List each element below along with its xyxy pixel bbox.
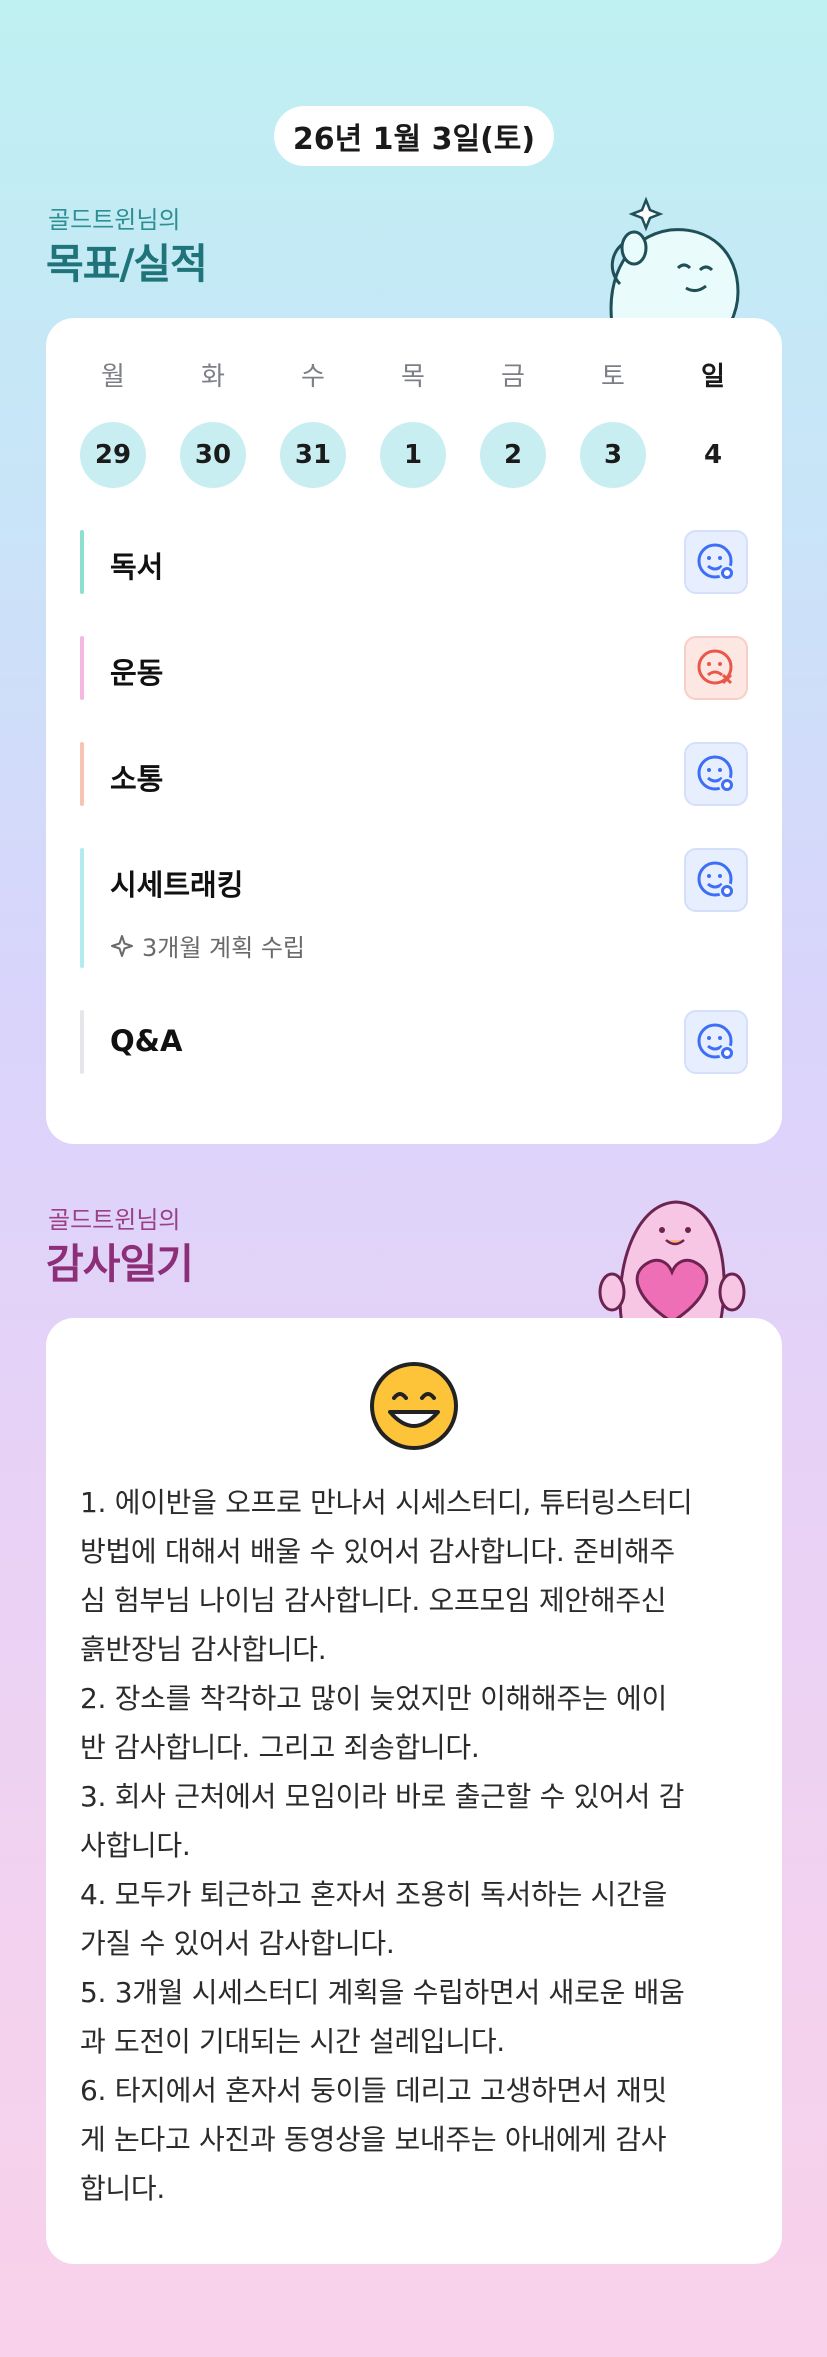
day-number: 4 <box>703 440 723 470</box>
goal-label: 소통 <box>110 762 164 796</box>
goal-label: 독서 <box>110 550 164 584</box>
smile-check-icon[interactable] <box>684 848 748 912</box>
diary-line: 3. 회사 근처에서 모임이라 바로 출근할 수 있어서 감 <box>80 1780 685 1813</box>
smile-check-icon[interactable] <box>684 530 748 594</box>
day-name: 화 <box>201 362 225 392</box>
diary-line: 합니다. <box>80 2172 165 2205</box>
diary-line: 1. 에이반을 오프로 만나서 시세스터디, 튜터링스터디 <box>80 1486 693 1519</box>
diary-line: 반 감사합니다. 그리고 죄송합니다. <box>80 1731 480 1764</box>
goal-sub-item: 3개월 계획 수립 <box>110 928 305 963</box>
day-name: 일 <box>701 362 725 392</box>
diary-line: 사합니다. <box>80 1829 191 1862</box>
diary-line: 방법에 대해서 배울 수 있어서 감사합니다. 준비해주 <box>80 1535 675 1568</box>
date-pill[interactable]: 26년 1월 3일(토) <box>274 106 554 166</box>
day-number: 1 <box>380 422 446 488</box>
goal-row-qna[interactable]: Q&A <box>80 1010 748 1074</box>
goal-color-bar <box>80 742 84 806</box>
grinning-face-icon <box>370 1362 458 1450</box>
day-name: 토 <box>601 362 625 392</box>
goal-label: Q&A <box>110 1024 183 1058</box>
day-number: 30 <box>180 422 246 488</box>
diary-line: 가질 수 있어서 감사합니다. <box>80 1927 395 1960</box>
date-text: 26년 1월 3일(토) <box>292 122 536 157</box>
goal-color-bar <box>80 1010 84 1074</box>
week-calendar: 월 29 화 30 수 31 목 1 금 2 토 3 일 4 <box>46 318 782 498</box>
diary-card: 1. 에이반을 오프로 만나서 시세스터디, 튜터링스터디 방법에 대해서 배울… <box>46 1318 782 2264</box>
diary-line: 2. 장소를 착각하고 많이 늦었지만 이해해주는 에이 <box>80 1682 667 1715</box>
day-name: 월 <box>101 362 125 392</box>
day-number: 3 <box>580 422 646 488</box>
diary-section-title: 감사일기 <box>46 1240 194 1288</box>
diary-line: 4. 모두가 퇴근하고 혼자서 조용히 독서하는 시간을 <box>80 1878 667 1911</box>
diary-line: 흙반장님 감사합니다. <box>80 1633 327 1666</box>
sad-x-icon[interactable] <box>684 636 748 700</box>
ghost-mascot-icon <box>609 196 740 324</box>
day-number: 31 <box>280 422 346 488</box>
goal-color-bar <box>80 848 84 968</box>
heart-mascot-icon <box>598 1200 746 1324</box>
goal-row-exercise[interactable]: 운동 <box>80 636 748 700</box>
sparkle-icon <box>111 934 133 957</box>
day-name: 수 <box>301 362 325 392</box>
day-name: 목 <box>401 362 425 392</box>
diary-line: 과 도전이 기대되는 시간 설레입니다. <box>80 2025 505 2058</box>
goal-row-price-tracking[interactable]: 시세트래킹 3개월 계획 수립 <box>80 848 748 968</box>
diary-line: 심 험부님 나이님 감사합니다. 오프모임 제안해주신 <box>80 1584 667 1617</box>
diary-line: 게 논다고 사진과 동영상을 보내주는 아내에게 감사 <box>80 2123 667 2156</box>
goal-color-bar <box>80 530 84 594</box>
goal-row-reading[interactable]: 독서 <box>80 530 748 594</box>
day-number: 2 <box>480 422 546 488</box>
day-name: 금 <box>501 362 525 392</box>
goals-section-title: 목표/실적 <box>46 240 208 288</box>
smile-check-icon[interactable] <box>684 742 748 806</box>
day-number: 29 <box>80 422 146 488</box>
smile-check-icon[interactable] <box>684 1010 748 1074</box>
diary-line: 5. 3개월 시세스터디 계획을 수립하면서 새로운 배움 <box>80 1976 685 2009</box>
goal-label: 시세트래킹 <box>110 868 244 902</box>
diary-line: 6. 타지에서 혼자서 둥이들 데리고 고생하면서 재밋 <box>80 2074 667 2107</box>
goal-color-bar <box>80 636 84 700</box>
goal-sub-label: 3개월 계획 수립 <box>142 934 306 962</box>
diary-entry: 1. 에이반을 오프로 만나서 시세스터디, 튜터링스터디 방법에 대해서 배울… <box>80 1478 760 2213</box>
goal-label: 운동 <box>110 656 164 690</box>
goals-card: 월 29 화 30 수 31 목 1 금 2 토 3 일 4 독서 운동 소통 … <box>46 318 782 1144</box>
goal-row-communication[interactable]: 소통 <box>80 742 748 806</box>
